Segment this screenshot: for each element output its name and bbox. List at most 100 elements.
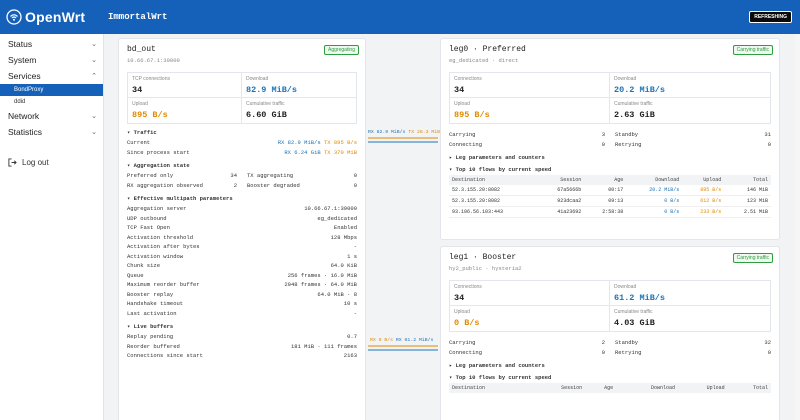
state-row: Connecting 0 bbox=[449, 140, 605, 148]
table-cell: 895 B/s bbox=[682, 185, 725, 196]
leg0-stats: Connections 34 Download 20.2 MiB/s Upload 8… bbox=[449, 72, 771, 124]
aggregation-toggle[interactable]: ▾ Aggregation state bbox=[127, 162, 357, 169]
stat-cumulative: Cumulative traffic 6.60 GiB bbox=[246, 101, 287, 120]
column-header[interactable]: Total bbox=[724, 175, 771, 185]
agg-row: TX aggregating 0 bbox=[247, 172, 357, 180]
sidebar-item-label: Statistics bbox=[8, 127, 43, 137]
column-header[interactable]: Session bbox=[537, 175, 585, 185]
column-header[interactable]: Upload bbox=[682, 175, 725, 185]
param-row: Booster replay 64.0 MiB · 8 bbox=[127, 290, 357, 298]
sidebar-item-system[interactable]: System ⌄ bbox=[0, 52, 103, 68]
logout-icon bbox=[8, 158, 17, 167]
param-row: Activation window 1 s bbox=[127, 252, 357, 260]
connector-tx: RX 0 B/s bbox=[370, 338, 394, 343]
sidebar-item-network[interactable]: Network ⌄ bbox=[0, 108, 103, 124]
column-header[interactable]: Upload bbox=[678, 383, 728, 393]
page-title: ImmortalWrt bbox=[108, 12, 168, 22]
column-header[interactable]: Age bbox=[585, 383, 617, 393]
sidebar-subitem-bondproxy[interactable]: BondProxy bbox=[0, 84, 103, 96]
sidebar-item-label: System bbox=[8, 55, 37, 65]
column-header[interactable]: Download bbox=[626, 175, 683, 185]
connector-rx: RX 82.9 MiB/s bbox=[368, 130, 406, 135]
flows-table: Destination Session Age Download Upload Total bbox=[449, 383, 771, 393]
sidebar-subitem-ddid[interactable]: ddid bbox=[0, 96, 103, 108]
buffers-list: Replay pending 0.7 Reorder buffered 181 MiB… bbox=[127, 332, 357, 361]
leg0-connector: RX 82.9 MiB/s TX 28.3 MiB/s bbox=[366, 130, 446, 146]
table-cell: 52.3.155.20:8082 bbox=[449, 195, 538, 207]
logout-button[interactable]: Log out bbox=[0, 158, 103, 167]
main-content: bd_out 10.66.67.1:39000 Aggregating TCP … bbox=[104, 34, 800, 420]
param-row: Maximum reorder buffer 2048 frames · 64.0… bbox=[127, 281, 357, 289]
buffers-toggle[interactable]: ▾ Live buffers bbox=[127, 323, 357, 330]
stat-connections: TCP connections 34 bbox=[128, 73, 242, 98]
arrow-right-icon bbox=[368, 137, 438, 143]
table-cell: 923dcaa2 bbox=[537, 195, 585, 207]
leg-params-toggle[interactable]: ▸ Leg parameters and counters bbox=[449, 154, 771, 161]
table-cell: 146 MiB bbox=[724, 185, 771, 196]
connector-rx: RX 61.2 MiB/s bbox=[395, 338, 434, 343]
table-cell: 2.51 MiB bbox=[724, 206, 771, 218]
leg1-card: leg1 · Booster hy2_public · hysteria2 Ca… bbox=[440, 246, 780, 420]
scrollbar[interactable] bbox=[795, 34, 800, 420]
column-header[interactable]: Total bbox=[727, 383, 771, 393]
leg1-subtitle: hy2_public · hysteria2 bbox=[449, 265, 522, 272]
param-row: Handshake timeout 10 s bbox=[127, 300, 357, 308]
sidebar-item-status[interactable]: Status ⌄ bbox=[0, 36, 103, 52]
sidebar-item-statistics[interactable]: Statistics ⌄ bbox=[0, 124, 103, 140]
param-row: Last activation - bbox=[127, 309, 357, 317]
state-row: Connecting 0 bbox=[449, 348, 605, 356]
param-row: Chunk size 64.0 KiB bbox=[127, 262, 357, 270]
status-badge: Carrying traffic bbox=[732, 253, 773, 263]
agg-row: Booster degraded 0 bbox=[247, 181, 357, 189]
stat-connections: Connections 34 bbox=[450, 281, 610, 306]
state-row: Retrying 0 bbox=[615, 140, 771, 148]
stat-download: Download 20.2 MiB/s bbox=[610, 73, 770, 98]
stat-upload: Upload 0 B/s bbox=[450, 306, 610, 331]
param-row: Activation threshold 128 Mbps bbox=[127, 233, 357, 241]
column-header[interactable]: Destination bbox=[449, 383, 530, 393]
param-row: Replay pending 0.7 bbox=[127, 333, 357, 341]
bond-card: bd_out 10.66.67.1:39000 Aggregating TCP … bbox=[118, 38, 366, 420]
table-cell: 2:58:38 bbox=[584, 206, 627, 218]
stat-cumulative: Cumulative traffic 4.03 GiB bbox=[614, 309, 655, 328]
params-toggle[interactable]: ▾ Effective multipath parameters bbox=[127, 195, 357, 202]
status-badge: Aggregating bbox=[324, 45, 359, 55]
bond-subtitle: 10.66.67.1:39000 bbox=[127, 57, 180, 64]
column-header[interactable]: Download bbox=[616, 383, 679, 393]
table-cell: 67a5666b bbox=[537, 185, 585, 196]
leg0-title: leg0 · Preferred bbox=[449, 45, 526, 54]
table-row: 52.3.155.20:8082 923dcaa2 09:13 0 B/s 612 B/… bbox=[449, 195, 771, 207]
leg1-stats: Connections 34 Download 61.2 MiB/s Upload 0… bbox=[449, 280, 771, 332]
traffic-toggle[interactable]: ▾ Traffic bbox=[127, 129, 357, 136]
table-cell: 612 B/s bbox=[682, 195, 725, 207]
sidebar: Status ⌄ System ⌄ Services ⌃ BondProxy ddid… bbox=[0, 34, 104, 420]
refreshing-indicator[interactable]: REFRESHING bbox=[749, 11, 792, 23]
sidebar-item-services[interactable]: Services ⌃ bbox=[0, 68, 103, 84]
state-row: Standby 31 bbox=[615, 131, 771, 139]
column-header[interactable]: Destination bbox=[449, 175, 538, 185]
table-cell: 93.106.56.103:443 bbox=[449, 206, 538, 218]
status-badge: Carrying traffic bbox=[732, 45, 773, 55]
table-cell: 00:17 bbox=[584, 185, 627, 196]
param-row: Activation after bytes - bbox=[127, 243, 357, 251]
param-row: Reorder buffered 181 MiB · 111 frames bbox=[127, 342, 357, 350]
sidebar-item-label: Services bbox=[8, 71, 41, 81]
flows-toggle[interactable]: ▾ Top 10 flows by current speed bbox=[449, 374, 771, 381]
params-list: Aggregation server 10.66.67.1:39000 UDP ou… bbox=[127, 204, 357, 318]
flows-toggle[interactable]: ▾ Top 10 flows by current speed bbox=[449, 166, 771, 173]
leg1-title: leg1 · Booster bbox=[449, 253, 517, 262]
table-cell: 52.3.155.20:8082 bbox=[449, 185, 538, 196]
leg1-connector: RX 0 B/s RX 61.2 MiB/s bbox=[366, 338, 440, 354]
state-row: Retrying 0 bbox=[615, 348, 771, 356]
stat-connections: Connections 34 bbox=[450, 73, 610, 98]
column-header[interactable]: Session bbox=[529, 383, 586, 393]
stat-upload: Upload 895 B/s bbox=[128, 98, 242, 123]
chevron-down-icon: ⌄ bbox=[91, 129, 97, 136]
leg0-card: leg0 · Preferred eg_dedicated · direct C… bbox=[440, 38, 780, 240]
leg-params-toggle[interactable]: ▸ Leg parameters and counters bbox=[449, 362, 771, 369]
column-header[interactable]: Age bbox=[584, 175, 627, 185]
logout-label: Log out bbox=[22, 158, 49, 167]
table-row: 52.3.155.20:8082 67a5666b 00:17 20.2 MiB/s 8… bbox=[449, 185, 771, 196]
stat-upload: Upload 895 B/s bbox=[450, 98, 610, 123]
logo[interactable]: OpenWrt bbox=[0, 9, 104, 25]
